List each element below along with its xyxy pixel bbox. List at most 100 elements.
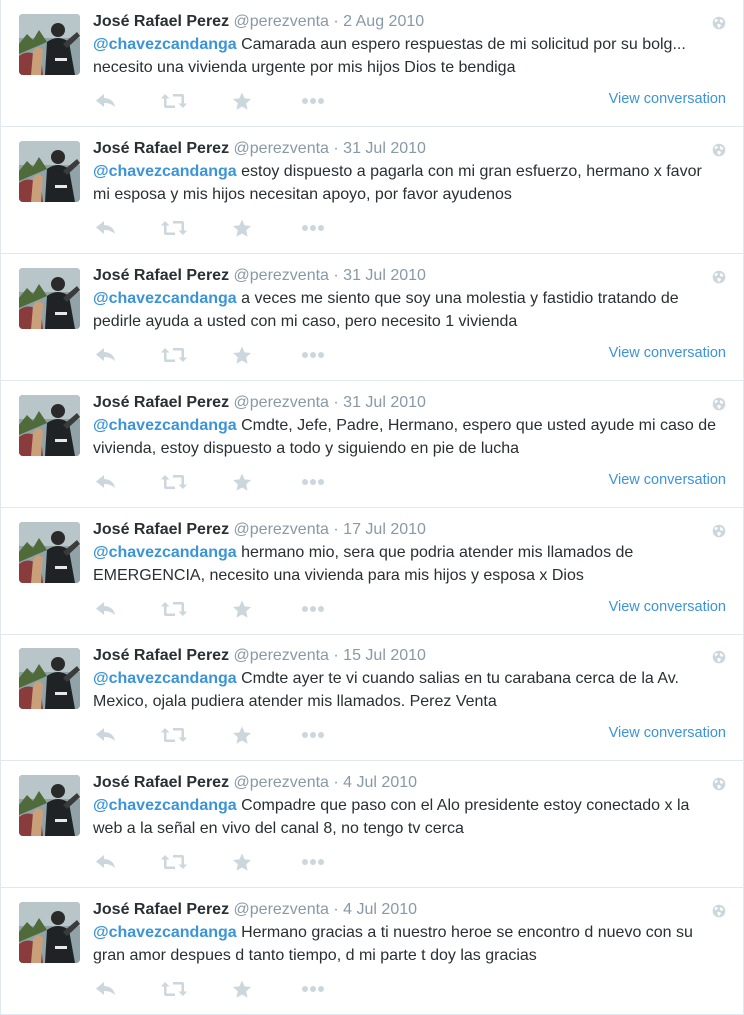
mention-link[interactable]: @chavezcandanga xyxy=(93,36,237,53)
avatar[interactable] xyxy=(19,14,80,75)
tweet-actions xyxy=(93,852,343,872)
author-name[interactable]: José Rafael Perez xyxy=(93,13,229,30)
tweet[interactable]: José Rafael Perez @perezventa · 31 Jul 2… xyxy=(1,127,743,254)
mention-link[interactable]: @chavezcandanga xyxy=(93,670,237,687)
avatar[interactable] xyxy=(19,648,80,709)
tweet-date[interactable]: 31 Jul 2010 xyxy=(343,267,426,284)
more-button[interactable] xyxy=(301,91,325,111)
mention-link[interactable]: @chavezcandanga xyxy=(93,417,237,434)
avatar[interactable] xyxy=(19,775,80,836)
avatar[interactable] xyxy=(19,268,80,329)
tweet-date[interactable]: 17 Jul 2010 xyxy=(343,521,426,538)
more-icon xyxy=(302,479,324,485)
tweet[interactable]: José Rafael Perez @perezventa · 31 Jul 2… xyxy=(1,381,743,508)
author-handle[interactable]: @perezventa xyxy=(234,394,329,411)
tweet-actions xyxy=(93,91,343,111)
tweet[interactable]: José Rafael Perez @perezventa · 2 Aug 20… xyxy=(1,0,743,127)
author-handle[interactable]: @perezventa xyxy=(234,521,329,538)
reply-button[interactable] xyxy=(95,852,117,872)
tweet[interactable]: José Rafael Perez @perezventa · 31 Jul 2… xyxy=(1,254,743,381)
author-handle[interactable]: @perezventa xyxy=(234,647,329,664)
view-conversation-link[interactable]: View conversation xyxy=(609,471,726,489)
avatar-image xyxy=(19,141,80,202)
author-name[interactable]: José Rafael Perez xyxy=(93,647,229,664)
mention-link[interactable]: @chavezcandanga xyxy=(93,163,237,180)
tweet-date[interactable]: 31 Jul 2010 xyxy=(343,394,426,411)
more-button[interactable] xyxy=(301,979,325,999)
tweet-date[interactable]: 15 Jul 2010 xyxy=(343,647,426,664)
tweet-date[interactable]: 4 Jul 2010 xyxy=(343,774,417,791)
author-handle[interactable]: @perezventa xyxy=(234,774,329,791)
reply-button[interactable] xyxy=(95,472,117,492)
separator: · xyxy=(333,774,339,791)
retweet-button[interactable] xyxy=(161,725,187,745)
separator: · xyxy=(333,647,339,664)
tweet[interactable]: José Rafael Perez @perezventa · 4 Jul 20… xyxy=(1,888,743,1015)
more-button[interactable] xyxy=(301,599,325,619)
author-name[interactable]: José Rafael Perez xyxy=(93,394,229,411)
avatar[interactable] xyxy=(19,522,80,583)
retweet-button[interactable] xyxy=(161,979,187,999)
more-button[interactable] xyxy=(301,472,325,492)
more-button[interactable] xyxy=(301,345,325,365)
favorite-button[interactable] xyxy=(232,725,252,745)
tweet-actions xyxy=(93,218,343,238)
tweet-header: José Rafael Perez @perezventa · 15 Jul 2… xyxy=(93,646,426,666)
tweet-date[interactable]: 4 Jul 2010 xyxy=(343,901,417,918)
more-button[interactable] xyxy=(301,218,325,238)
favorite-button[interactable] xyxy=(232,852,252,872)
reply-icon xyxy=(96,94,115,107)
avatar[interactable] xyxy=(19,902,80,963)
favorite-button[interactable] xyxy=(232,979,252,999)
tweet-date[interactable]: 2 Aug 2010 xyxy=(343,13,424,30)
author-handle[interactable]: @perezventa xyxy=(234,267,329,284)
favorite-button[interactable] xyxy=(232,472,252,492)
tweet[interactable]: José Rafael Perez @perezventa · 17 Jul 2… xyxy=(1,508,743,635)
retweet-button[interactable] xyxy=(161,599,187,619)
reply-button[interactable] xyxy=(95,725,117,745)
author-name[interactable]: José Rafael Perez xyxy=(93,521,229,538)
mention-link[interactable]: @chavezcandanga xyxy=(93,290,237,307)
more-button[interactable] xyxy=(301,852,325,872)
favorite-button[interactable] xyxy=(232,91,252,111)
reply-button[interactable] xyxy=(95,599,117,619)
avatar[interactable] xyxy=(19,141,80,202)
tweet-header: José Rafael Perez @perezventa · 4 Jul 20… xyxy=(93,900,417,920)
star-icon xyxy=(233,853,251,871)
tweet[interactable]: José Rafael Perez @perezventa · 15 Jul 2… xyxy=(1,634,743,761)
view-conversation-link[interactable]: View conversation xyxy=(609,90,726,108)
author-handle[interactable]: @perezventa xyxy=(234,140,329,157)
avatar[interactable] xyxy=(19,395,80,456)
globe-icon xyxy=(712,397,726,411)
mention-link[interactable]: @chavezcandanga xyxy=(93,924,237,941)
more-icon xyxy=(302,986,324,992)
retweet-button[interactable] xyxy=(161,472,187,492)
reply-button[interactable] xyxy=(95,979,117,999)
reply-button[interactable] xyxy=(95,218,117,238)
favorite-button[interactable] xyxy=(232,218,252,238)
retweet-button[interactable] xyxy=(161,852,187,872)
author-name[interactable]: José Rafael Perez xyxy=(93,774,229,791)
reply-button[interactable] xyxy=(95,91,117,111)
author-name[interactable]: José Rafael Perez xyxy=(93,267,229,284)
author-name[interactable]: José Rafael Perez xyxy=(93,901,229,918)
reply-button[interactable] xyxy=(95,345,117,365)
retweet-button[interactable] xyxy=(161,91,187,111)
favorite-button[interactable] xyxy=(232,599,252,619)
mention-link[interactable]: @chavezcandanga xyxy=(93,797,237,814)
author-name[interactable]: José Rafael Perez xyxy=(93,140,229,157)
globe-icon xyxy=(712,270,726,284)
author-handle[interactable]: @perezventa xyxy=(234,13,329,30)
mention-link[interactable]: @chavezcandanga xyxy=(93,544,237,561)
author-handle[interactable]: @perezventa xyxy=(234,901,329,918)
tweet-date[interactable]: 31 Jul 2010 xyxy=(343,140,426,157)
tweet[interactable]: José Rafael Perez @perezventa · 4 Jul 20… xyxy=(1,761,743,888)
more-button[interactable] xyxy=(301,725,325,745)
view-conversation-link[interactable]: View conversation xyxy=(609,598,726,616)
retweet-button[interactable] xyxy=(161,345,187,365)
favorite-button[interactable] xyxy=(232,345,252,365)
view-conversation-link[interactable]: View conversation xyxy=(609,724,726,742)
view-conversation-link[interactable]: View conversation xyxy=(609,344,726,362)
retweet-button[interactable] xyxy=(161,218,187,238)
more-icon xyxy=(302,732,324,738)
